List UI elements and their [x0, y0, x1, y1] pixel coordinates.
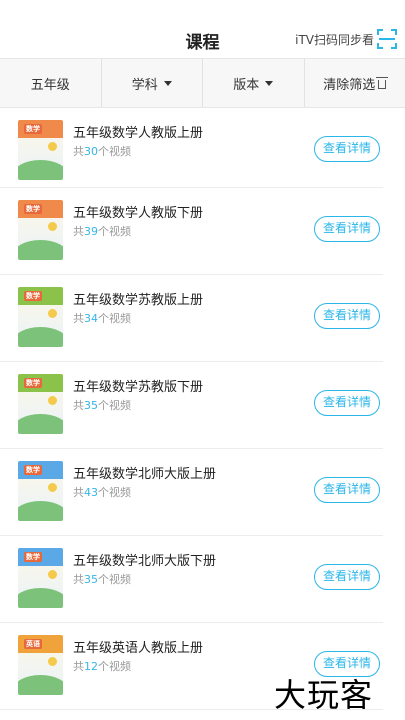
view-details-button[interactable]: 查看详情	[314, 303, 380, 329]
clear-filter-button[interactable]: 清除筛选	[305, 59, 405, 107]
cover-label: 数学	[24, 291, 42, 301]
video-count: 共34个视频	[73, 312, 131, 325]
course-item[interactable]: 数学 五年级数学人教版下册 共39个视频 查看详情	[0, 188, 383, 275]
course-name: 五年级数学北师大版上册	[73, 467, 217, 482]
book-cover[interactable]: 数学	[18, 200, 63, 260]
course-item[interactable]: 数学 五年级数学苏教版上册 共34个视频 查看详情	[0, 275, 383, 362]
view-details-button[interactable]: 查看详情	[314, 216, 380, 242]
video-count: 共43个视频	[73, 486, 131, 499]
view-details-button[interactable]: 查看详情	[314, 390, 380, 416]
course-name: 五年级英语人教版上册	[73, 641, 204, 656]
video-count: 共35个视频	[73, 573, 131, 586]
course-item[interactable]: 数学 五年级数学苏教版下册 共35个视频 查看详情	[0, 362, 383, 449]
trash-icon	[376, 76, 389, 89]
watermark-text: 大玩客	[274, 676, 374, 714]
filter-subject[interactable]: 学科	[102, 59, 203, 107]
filter-bar: 五年级 学科 版本 清除筛选	[0, 58, 405, 108]
filter-edition[interactable]: 版本	[203, 59, 305, 107]
course-name: 五年级数学人教版下册	[73, 206, 204, 221]
video-count: 共39个视频	[73, 225, 131, 238]
app-header: 课程 iTV扫码同步看	[0, 0, 405, 58]
filter-edition-label: 版本	[233, 77, 260, 93]
cover-label: 英语	[24, 639, 42, 649]
course-name: 五年级数学人教版上册	[73, 126, 204, 141]
cover-label: 数学	[24, 378, 42, 388]
course-name: 五年级数学苏教版下册	[73, 380, 204, 395]
course-name: 五年级数学苏教版上册	[73, 293, 204, 308]
course-item[interactable]: 数学 五年级数学人教版上册 共30个视频 查看详情	[0, 108, 383, 188]
filter-grade[interactable]: 五年级	[0, 59, 102, 107]
book-cover[interactable]: 数学	[18, 374, 63, 434]
caret-down-icon	[163, 80, 172, 86]
view-details-button[interactable]: 查看详情	[314, 136, 380, 162]
cover-label: 数学	[24, 124, 42, 134]
cover-label: 数学	[24, 465, 42, 475]
book-cover[interactable]: 数学	[18, 548, 63, 608]
filter-grade-label: 五年级	[30, 77, 70, 93]
video-count: 共12个视频	[73, 660, 131, 673]
book-cover[interactable]: 英语	[18, 635, 63, 695]
view-details-button[interactable]: 查看详情	[314, 564, 380, 590]
itv-scan-label: iTV扫码同步看	[295, 32, 374, 47]
book-cover[interactable]: 数学	[18, 120, 63, 180]
course-item[interactable]: 数学 五年级数学北师大版下册 共35个视频 查看详情	[0, 536, 383, 623]
course-item[interactable]: 数学 五年级数学北师大版上册 共43个视频 查看详情	[0, 449, 383, 536]
cover-label: 数学	[24, 204, 42, 214]
caret-down-icon	[265, 80, 274, 86]
course-list: 数学 五年级数学人教版上册 共30个视频 查看详情 数学 五年级数学人教版下册 …	[0, 108, 405, 710]
itv-scan-button[interactable]: iTV扫码同步看	[295, 29, 397, 49]
video-count: 共30个视频	[73, 145, 131, 158]
clear-filter-label: 清除筛选	[323, 77, 376, 93]
cover-label: 数学	[24, 552, 42, 562]
book-cover[interactable]: 数学	[18, 287, 63, 347]
book-cover[interactable]: 数学	[18, 461, 63, 521]
scan-icon[interactable]	[377, 29, 397, 49]
filter-subject-label: 学科	[131, 77, 158, 93]
course-name: 五年级数学北师大版下册	[73, 554, 217, 569]
view-details-button[interactable]: 查看详情	[314, 477, 380, 503]
video-count: 共35个视频	[73, 399, 131, 412]
